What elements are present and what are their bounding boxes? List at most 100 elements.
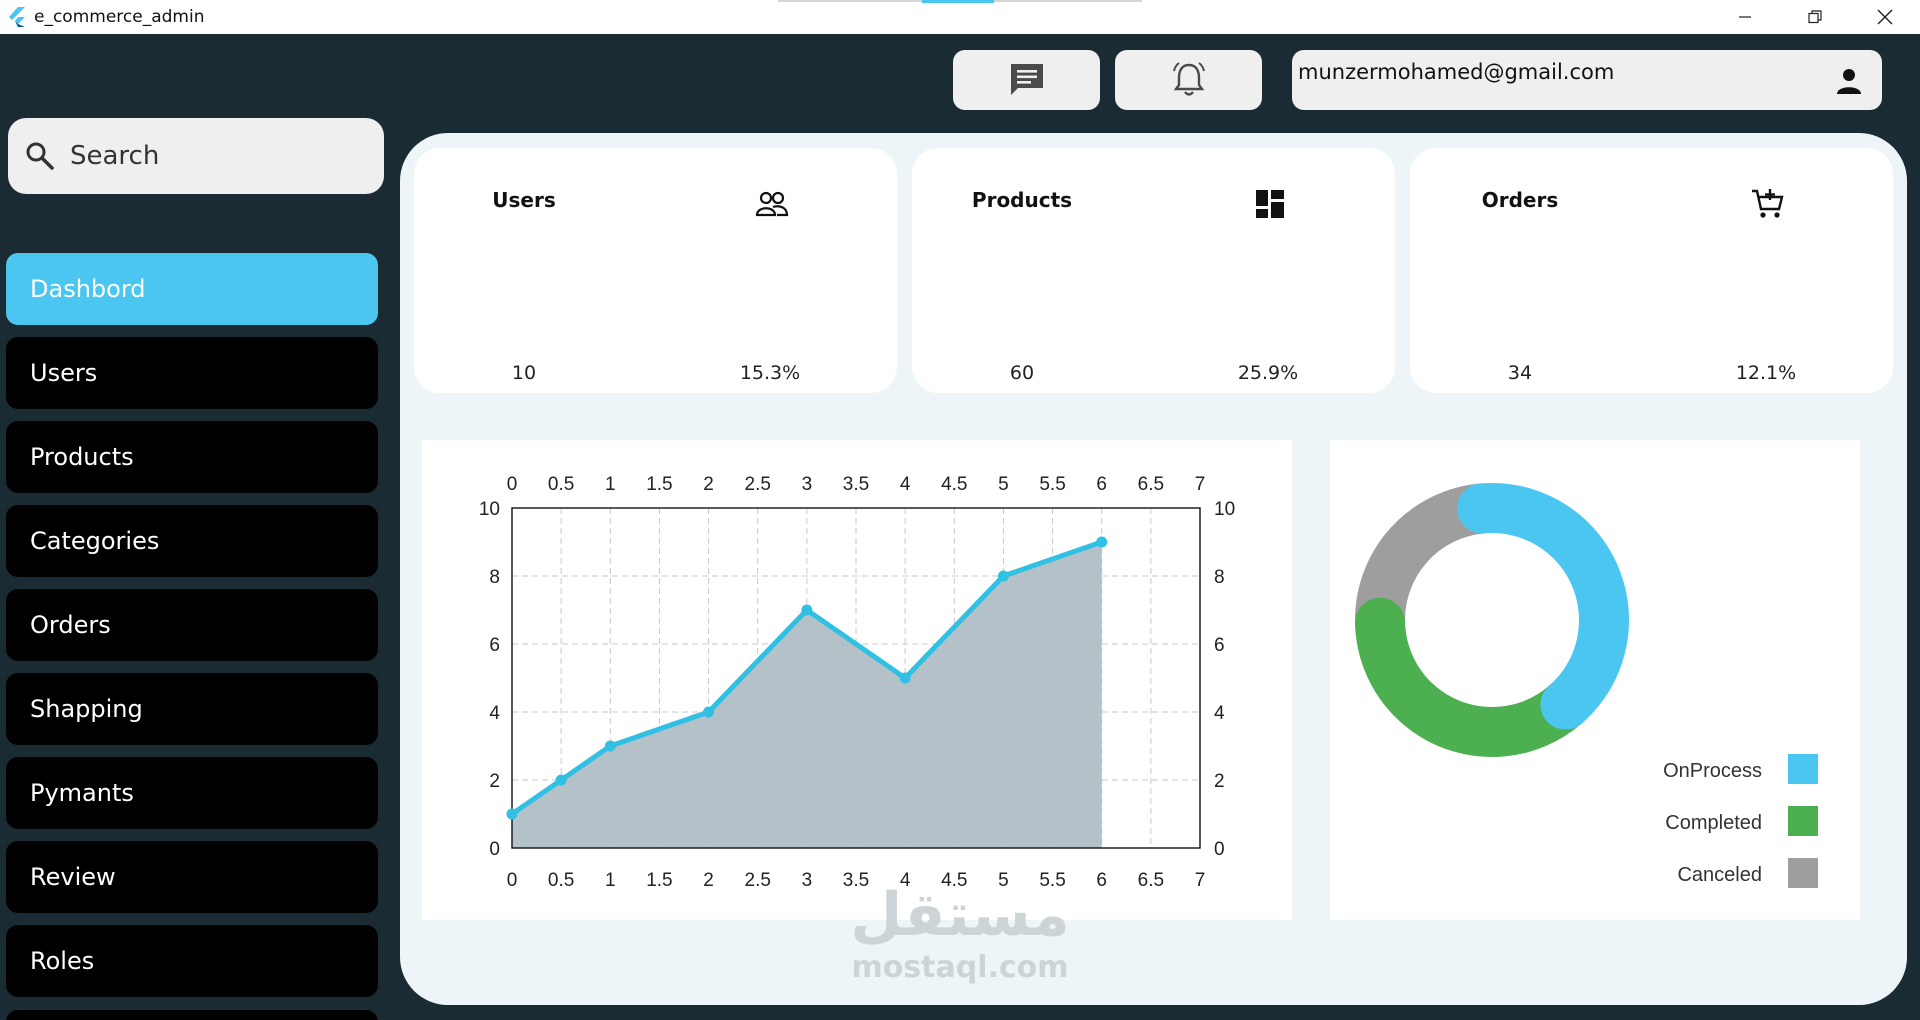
donut-cap-completed <box>1355 597 1406 648</box>
sidebar-item-label: Dashbord <box>30 275 146 303</box>
user-email: munzermohamed@gmail.com <box>1298 60 1615 84</box>
y-tick-label-right: 2 <box>1214 771 1225 792</box>
window-title: e_commerce_admin <box>34 7 205 27</box>
message-icon <box>1010 64 1043 95</box>
sidebar-item-partial[interactable] <box>6 1010 378 1020</box>
x-tick-label-bottom: 1 <box>605 870 616 891</box>
search-input[interactable]: Search <box>8 118 384 194</box>
sidebar-item-label: Users <box>30 359 98 387</box>
watermark: مستقل mostaql.com <box>840 880 1080 985</box>
x-tick-label-top: 5 <box>998 474 1009 495</box>
x-tick-label-top: 4.5 <box>941 474 967 495</box>
stat-title: Orders <box>1481 188 1559 212</box>
donut-cap-onprocess <box>1540 679 1591 730</box>
y-tick-label-left: 0 <box>489 839 500 860</box>
watermark-arabic: مستقل <box>850 880 1070 950</box>
y-tick-label-right: 4 <box>1214 703 1225 724</box>
x-tick-label-bottom: 2 <box>703 870 714 891</box>
x-tick-label-top: 7 <box>1195 474 1206 495</box>
sidebar-nav: Dashbord Users Products Categories Order… <box>6 253 378 1009</box>
x-tick-label-bottom: 3 <box>802 870 813 891</box>
sidebar-item-roles[interactable]: Roles <box>6 925 378 997</box>
x-tick-label-bottom: 6.5 <box>1138 870 1164 891</box>
flutter-logo-icon <box>9 7 25 27</box>
stat-card-products[interactable]: Products 60 25.9% <box>912 148 1395 393</box>
sidebar-item-products[interactable]: Products <box>6 421 378 493</box>
notifications-button[interactable] <box>1115 50 1262 110</box>
watermark-latin: mostaql.com <box>851 950 1069 985</box>
y-tick-label-left: 8 <box>489 567 500 588</box>
x-tick-label-bottom: 1.5 <box>646 870 672 891</box>
x-tick-label-bottom: 2.5 <box>745 870 771 891</box>
legend-label-completed: Completed <box>1665 812 1762 834</box>
x-tick-label-top: 3.5 <box>843 474 869 495</box>
sidebar-item-label: Shapping <box>30 695 143 723</box>
stat-card-orders[interactable]: Orders 34 12.1% <box>1410 148 1893 393</box>
chart-data-point <box>1096 536 1108 548</box>
stat-value: 60 <box>1009 362 1035 384</box>
legend-label-onprocess: OnProcess <box>1663 760 1762 782</box>
stat-percent: 15.3% <box>739 362 801 384</box>
y-tick-label-left: 4 <box>489 703 500 724</box>
messages-button[interactable] <box>953 50 1100 110</box>
donut-chart-panel: OnProcess Completed Canceled <box>1330 440 1860 920</box>
minimize-button[interactable] <box>1710 0 1780 34</box>
legend-swatch-canceled <box>1788 858 1818 888</box>
close-icon <box>1877 9 1893 25</box>
x-tick-label-top: 2 <box>703 474 714 495</box>
x-tick-label-top: 0.5 <box>548 474 574 495</box>
stat-card-users[interactable]: Users 10 15.3% <box>414 148 897 393</box>
stat-percent: 12.1% <box>1735 362 1797 384</box>
sidebar-item-categories[interactable]: Categories <box>6 505 378 577</box>
donut-cap-onprocess-start <box>1457 483 1508 534</box>
chart-data-point <box>703 706 715 718</box>
line-chart: 000.50.5111.51.5222.52.5333.53.5444.54.5… <box>479 474 1235 891</box>
cart-icon <box>1750 186 1786 222</box>
sidebar-item-label: Products <box>30 443 134 471</box>
y-tick-label-right: 8 <box>1214 567 1225 588</box>
dashboard-grid-icon <box>1252 186 1288 222</box>
y-tick-label-left: 10 <box>479 499 500 520</box>
sidebar-item-label: Pymants <box>30 779 134 807</box>
sidebar-item-dashboard[interactable]: Dashbord <box>6 253 378 325</box>
x-tick-label-top: 0 <box>507 474 518 495</box>
sidebar-item-review[interactable]: Review <box>6 841 378 913</box>
title-tab-indicator <box>778 0 1142 3</box>
chart-data-point <box>899 672 911 684</box>
legend-swatch-onprocess <box>1788 754 1818 784</box>
x-tick-label-top: 5.5 <box>1039 474 1065 495</box>
sidebar-item-orders[interactable]: Orders <box>6 589 378 661</box>
stat-value: 10 <box>511 362 537 384</box>
y-tick-label-right: 10 <box>1214 499 1235 520</box>
close-button[interactable] <box>1850 0 1920 34</box>
restore-button[interactable] <box>1780 0 1850 34</box>
stat-title: Users <box>492 188 556 212</box>
x-tick-label-top: 1.5 <box>646 474 672 495</box>
legend-swatch-completed <box>1788 806 1818 836</box>
chart-data-point <box>604 740 616 752</box>
chart-data-point <box>801 604 813 616</box>
sidebar-item-label: Roles <box>30 947 95 975</box>
chart-data-point <box>506 808 518 820</box>
sidebar-item-shipping[interactable]: Shapping <box>6 673 378 745</box>
sidebar-item-label: Orders <box>30 611 111 639</box>
users-icon <box>754 186 790 222</box>
sidebar-item-label: Categories <box>30 527 160 555</box>
chart-data-point <box>997 570 1009 582</box>
x-tick-label-top: 4 <box>900 474 911 495</box>
bell-icon <box>1172 62 1205 96</box>
line-chart-panel: 0 0 0.5 0.5 1 1 1.5 1.5 2 2 2.5 2.5 3 3 3.5 3.5 4 4 4.5 4.5… <box>422 440 1292 920</box>
restore-icon <box>1808 10 1822 24</box>
sidebar-item-payments[interactable]: Pymants <box>6 757 378 829</box>
x-tick-label-top: 6.5 <box>1138 474 1164 495</box>
chart-area <box>512 542 1102 848</box>
person-icon[interactable] <box>1834 66 1864 96</box>
window-titlebar: e_commerce_admin <box>0 0 1920 34</box>
stat-value: 34 <box>1507 362 1533 384</box>
sidebar-item-label: Review <box>30 863 116 891</box>
sidebar-item-users[interactable]: Users <box>6 337 378 409</box>
x-tick-label-top: 6 <box>1096 474 1107 495</box>
account-box[interactable]: munzermohamed@gmail.com <box>1292 50 1882 110</box>
search-icon <box>26 142 54 170</box>
stat-title: Products <box>971 188 1073 212</box>
